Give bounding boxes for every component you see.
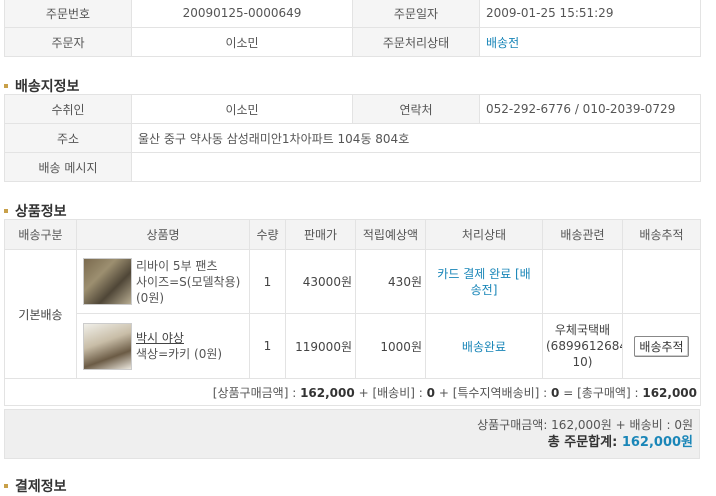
col-header-qty: 수량 <box>249 219 286 250</box>
col-header-delivery: 배송관련 <box>542 219 623 250</box>
order-status: 배송전 <box>479 27 701 57</box>
shipping-section-title: 배송지정보 <box>4 76 79 96</box>
courier-name: 우체국택배 <box>554 323 611 337</box>
shipping-info-table: 수취인 이소민 연락처 052-292-6776 / 010-2039-0729… <box>4 94 701 182</box>
contact-value: 052-292-6776 / 010-2039-0729 <box>479 94 701 124</box>
section-bullet-icon <box>4 84 8 88</box>
product-option: 사이즈=S(모델착용) <box>136 274 241 289</box>
order-summary: 상품구매금액: 162,000원 + 배송비 : 0원 총 주문합계: 162,… <box>4 409 700 459</box>
totals-row: [상품구매금액] : 162,000 + [배송비] : 0 + [특수지역배송… <box>4 378 701 406</box>
order-number: 20090125-0000649 <box>131 0 353 28</box>
col-header-points: 적립예상액 <box>355 219 426 250</box>
col-header-ship-type: 배송구분 <box>4 219 77 250</box>
product-option-price: (0원) <box>136 290 165 305</box>
product-name[interactable]: 리바이 5부 팬츠 <box>136 258 240 274</box>
product-name[interactable]: 박시 야상 <box>136 330 222 346</box>
summary-total: 총 주문합계: 162,000원 <box>547 435 693 450</box>
section-bullet-icon <box>4 484 8 488</box>
product-price: 43000원 <box>285 249 356 314</box>
recipient-label: 수취인 <box>4 94 132 124</box>
message-label: 배송 메시지 <box>4 152 132 182</box>
address-value: 울산 중구 약사동 삼성래미안1차아파트 104동 804호 <box>131 123 701 153</box>
table-row: 기본배송 리바이 5부 팬츠 사이즈=S(모델착용) (0원) 1 43000원… <box>4 249 701 379</box>
product-thumbnail[interactable] <box>83 322 132 370</box>
product-tracking <box>622 249 701 314</box>
col-header-product-name: 상품명 <box>76 219 250 250</box>
product-tracking: 배송추적 <box>622 313 701 379</box>
order-number-label: 주문번호 <box>4 0 132 28</box>
product-price: 119000원 <box>285 313 356 379</box>
product-table-header: 배송구분 상품명 수량 판매가 적립예상액 처리상태 배송관련 배송추적 <box>4 219 701 250</box>
ship-group-label: 기본배송 <box>4 249 77 379</box>
order-date-label: 주문일자 <box>352 0 480 28</box>
summary-total-amount: 162,000원 <box>621 435 693 450</box>
contact-label: 연락처 <box>352 94 480 124</box>
product-option: 색상=카키 (0원) <box>136 347 223 361</box>
address-label: 주소 <box>4 123 132 153</box>
product-delivery: 우체국택배 (68996126841 10) <box>542 313 623 379</box>
recipient-name: 이소민 <box>131 94 353 124</box>
col-header-price: 판매가 <box>285 219 356 250</box>
order-info-table: 주문번호 20090125-0000649 주문일자 2009-01-25 15… <box>4 0 701 57</box>
orderer-name: 이소민 <box>131 27 353 57</box>
order-date: 2009-01-25 15:51:29 <box>479 0 701 28</box>
product-cell: 리바이 5부 팬츠 사이즈=S(모델착용) (0원) <box>76 249 250 314</box>
tracking-number-end: 10) <box>572 355 593 369</box>
product-section-title: 상품정보 <box>4 201 67 221</box>
product-status: 카드 결제 완료 [배 송전] <box>425 249 543 314</box>
product-cell: 박시 야상 색상=카키 (0원) <box>76 313 250 379</box>
col-header-status: 처리상태 <box>425 219 543 250</box>
totals-cell: [상품구매금액] : 162,000 + [배송비] : 0 + [특수지역배송… <box>4 378 701 406</box>
product-thumbnail[interactable] <box>83 258 132 305</box>
product-delivery <box>542 249 623 314</box>
product-points: 430원 <box>355 249 426 314</box>
section-bullet-icon <box>4 209 8 213</box>
product-points: 1000원 <box>355 313 426 379</box>
product-qty: 1 <box>249 249 286 314</box>
product-qty: 1 <box>249 313 286 379</box>
message-value <box>131 152 701 182</box>
product-status: 배송완료 <box>425 313 543 379</box>
summary-breakdown: 상품구매금액: 162,000원 + 배송비 : 0원 <box>477 418 693 432</box>
col-header-tracking: 배송추적 <box>622 219 701 250</box>
orderer-label: 주문자 <box>4 27 132 57</box>
product-table: 배송구분 상품명 수량 판매가 적립예상액 처리상태 배송관련 배송추적 기본배… <box>4 219 701 406</box>
table-row: 박시 야상 색상=카키 (0원) 1 119000원 1000원 배송완료 우체… <box>5 313 701 379</box>
order-status-label: 주문처리상태 <box>352 27 480 57</box>
tracking-number: (68996126841 <box>546 339 622 353</box>
track-shipment-button[interactable]: 배송추적 <box>634 335 689 357</box>
payment-section-title: 결제정보 <box>4 476 67 496</box>
